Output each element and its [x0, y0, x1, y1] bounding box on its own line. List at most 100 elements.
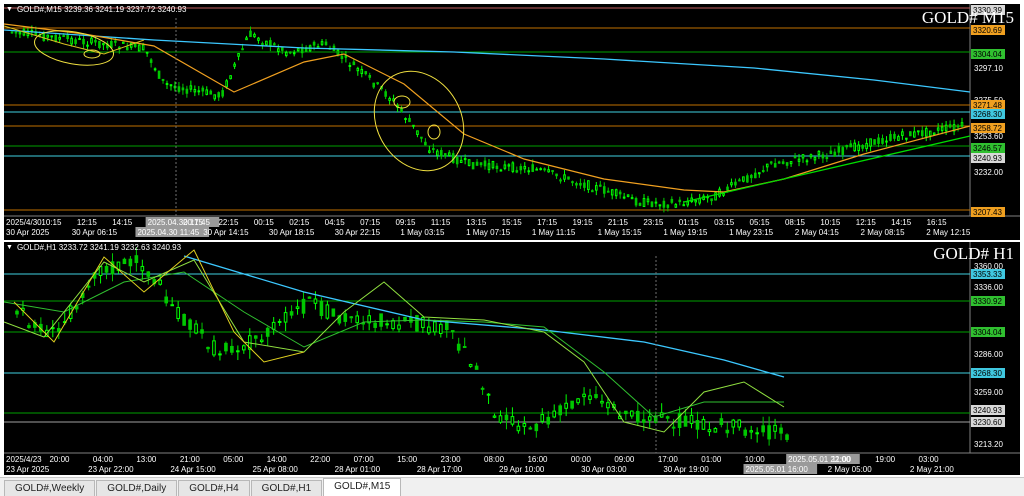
candle-body: [201, 87, 205, 92]
candle-body: [373, 322, 377, 328]
chart-pane-h1[interactable]: 3360.003353.333336.003330.923304.043286.…: [4, 242, 1020, 475]
candle-body: [463, 157, 467, 161]
candle-body: [671, 426, 676, 429]
candle-body: [194, 323, 198, 334]
candle-body: [647, 416, 652, 421]
candle-body: [491, 161, 495, 169]
candle-body: [122, 258, 127, 265]
candle-body: [722, 193, 725, 196]
candle-body: [719, 418, 724, 425]
candle-body: [486, 393, 491, 396]
candle-body: [527, 170, 531, 173]
tab-daily[interactable]: GOLD#,Daily: [96, 480, 178, 496]
tab-h1[interactable]: GOLD#,H1: [250, 480, 323, 496]
candle-body: [479, 162, 483, 166]
price-scale-label: 3336.00: [974, 283, 1003, 292]
candle-body: [591, 190, 594, 193]
candle-body: [265, 327, 270, 337]
candle-body: [212, 340, 216, 356]
chart-tab-bar: GOLD#,Weekly GOLD#,Daily GOLD#,H4 GOLD#,…: [0, 477, 1024, 496]
candle-body: [683, 415, 688, 427]
time-axis-label: 09:15: [395, 218, 416, 227]
candle-body: [181, 87, 185, 91]
candle-body: [86, 285, 91, 288]
candle-body: [284, 51, 288, 57]
candle-body: [642, 198, 646, 208]
candle-body: [352, 61, 356, 66]
candle-body: [241, 48, 244, 51]
time-axis-label: 00:15: [254, 218, 275, 227]
candle-body: [343, 313, 348, 322]
candle-body: [404, 118, 407, 121]
candle-body: [658, 204, 662, 207]
candle-body: [400, 107, 403, 113]
candle-body: [630, 197, 634, 200]
candle-body: [841, 147, 845, 156]
time-axis-label: 07:00: [354, 455, 375, 464]
candle-body: [277, 48, 280, 52]
candle-body: [58, 36, 61, 40]
time-axis-label: 2 May 05:00: [828, 465, 873, 474]
chart-pane-m15[interactable]: 3330.393320.693304.043297.103275.503271.…: [4, 4, 1020, 240]
candle-body: [516, 425, 521, 432]
candle-body: [409, 317, 413, 323]
tab-m15[interactable]: GOLD#,M15: [323, 478, 402, 496]
candle-body: [424, 141, 427, 146]
candle-body: [233, 63, 236, 67]
candle-body: [635, 410, 640, 423]
time-axis-label: 22:15: [218, 218, 239, 227]
candle-body: [662, 200, 666, 208]
candle-body: [837, 146, 841, 153]
time-axis-label: 1 May 03:15: [400, 228, 445, 237]
candle-body: [360, 68, 364, 75]
candle-body: [901, 131, 904, 136]
candle-body: [331, 308, 336, 317]
candle-body: [462, 346, 467, 349]
candle-body: [289, 311, 294, 316]
collapse-triangle-icon[interactable]: ▼: [6, 6, 13, 13]
candle-body: [587, 180, 590, 191]
candle-body: [301, 298, 306, 314]
candle-body: [82, 38, 85, 45]
candle-body: [726, 186, 729, 191]
time-axis-label: 30 Apr 22:15: [335, 228, 381, 237]
candle-body: [372, 82, 376, 88]
price-tag-label: 3240.93: [973, 154, 1002, 163]
annotation-ellipse: [373, 70, 465, 172]
candle-body: [725, 429, 730, 434]
candle-body: [295, 306, 300, 310]
candle-body: [451, 153, 455, 163]
candle-body: [427, 326, 431, 334]
candle-body: [738, 179, 741, 182]
candle-body: [128, 258, 133, 267]
time-axis-label: 1 May 07:15: [466, 228, 511, 237]
candle-body: [170, 304, 174, 307]
candle-body: [218, 353, 222, 356]
candle-body: [188, 319, 192, 330]
candle-body: [805, 160, 809, 163]
time-axis-label: 2025.05.01 16:00: [746, 465, 809, 474]
time-axis-label: 30 Apr 14:15: [203, 228, 249, 237]
candle-body: [288, 51, 292, 54]
candle-body: [510, 416, 515, 425]
collapse-triangle-icon[interactable]: ▼: [6, 244, 13, 251]
time-axis-label: 04:15: [325, 218, 346, 227]
candle-body: [881, 138, 884, 144]
h1-chart-canvas[interactable]: 3360.003353.333336.003330.923304.043286.…: [4, 242, 1020, 475]
tab-weekly[interactable]: GOLD#,Weekly: [4, 480, 96, 496]
candle-body: [447, 152, 451, 157]
candle-body: [324, 41, 328, 46]
price-tag-label: 3271.48: [973, 101, 1002, 110]
candle-body: [694, 199, 697, 203]
m15-chart-canvas[interactable]: 3330.393320.693304.043297.103275.503271.…: [4, 4, 1020, 240]
candle-body: [606, 190, 610, 193]
time-axis-label: 2 May 08:15: [861, 228, 906, 237]
time-axis-label: 12:15: [856, 218, 877, 227]
candle-body: [467, 159, 471, 166]
time-axis-label: 1 May 11:15: [532, 228, 576, 237]
candle-body: [313, 298, 318, 304]
candle-body: [773, 163, 777, 168]
m15-ohlc-readout: GOLD#,M15 3239.36 3241.19 3237.72 3240.9…: [16, 5, 187, 14]
tab-h4[interactable]: GOLD#,H4: [178, 480, 250, 496]
candle-body: [889, 134, 892, 141]
